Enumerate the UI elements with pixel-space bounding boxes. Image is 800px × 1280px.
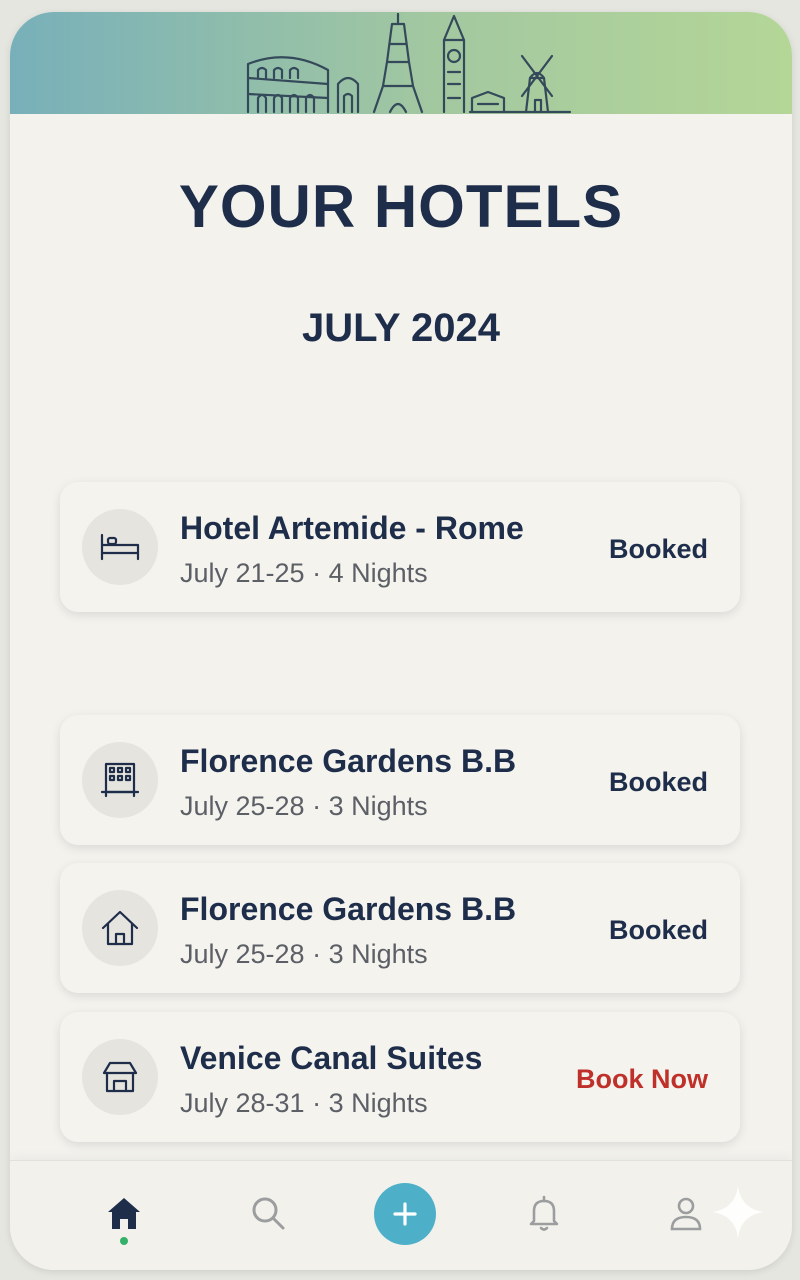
hotel-name: Florence Gardens B.B	[180, 743, 517, 779]
hotel-dates: July 21-25 · 4 Nights	[180, 558, 428, 588]
house-icon	[101, 910, 139, 946]
page-title: YOUR HOTELS	[178, 173, 624, 240]
phone-screen: YOUR HOTELS JULY 2024 Hotel Artemide - R…	[10, 12, 792, 1270]
building-icon	[100, 762, 140, 798]
hotel-icon-circle	[82, 890, 158, 966]
add-button[interactable]	[374, 1183, 436, 1245]
search-icon	[252, 1197, 285, 1230]
month-subtitle: JULY 2024	[302, 306, 500, 350]
header-banner	[10, 12, 792, 114]
hotel-card[interactable]: Hotel Artemide - Rome July 21-25 · 4 Nig…	[60, 482, 740, 612]
home-icon	[108, 1198, 140, 1229]
hotel-dates: July 28-31 · 3 Nights	[180, 1088, 428, 1118]
hotel-name: Florence Gardens B.B	[180, 891, 517, 927]
active-indicator	[120, 1237, 128, 1245]
hotel-icon-circle	[82, 742, 158, 818]
hotel-card[interactable]: Florence Gardens B.B July 25-28 · 3 Nigh…	[60, 715, 740, 845]
hotel-icon-circle	[82, 509, 158, 585]
add-icon	[393, 1202, 417, 1226]
nav-search[interactable]	[236, 1181, 300, 1245]
book-now-button[interactable]: Book Now	[576, 1064, 708, 1095]
bed-icon	[100, 533, 140, 561]
bell-icon	[529, 1195, 559, 1231]
nav-home[interactable]	[92, 1181, 156, 1245]
status-label: Booked	[608, 534, 708, 564]
sparkle-icon	[712, 1186, 764, 1238]
landmarks-skyline-icon	[246, 12, 572, 114]
status-label: Booked	[608, 767, 708, 797]
hotel-card[interactable]: Florence Gardens B.B July 25-28 · 3 Nigh…	[60, 863, 740, 993]
nav-notifications[interactable]	[512, 1181, 576, 1245]
hotel-dates: July 25-28 · 3 Nights	[180, 939, 428, 969]
nav-profile[interactable]	[654, 1181, 718, 1245]
hotel-card[interactable]: Venice Canal Suites July 28-31 · 3 Night…	[60, 1012, 740, 1142]
bottom-nav	[10, 1160, 792, 1270]
hotel-name: Hotel Artemide - Rome	[180, 510, 524, 546]
hotel-icon-circle	[82, 1039, 158, 1115]
profile-icon	[670, 1197, 702, 1231]
hotel-dates: July 25-28 · 3 Nights	[180, 791, 428, 821]
hotel-name: Venice Canal Suites	[180, 1040, 483, 1076]
status-label: Booked	[608, 915, 708, 945]
store-icon	[102, 1061, 138, 1093]
